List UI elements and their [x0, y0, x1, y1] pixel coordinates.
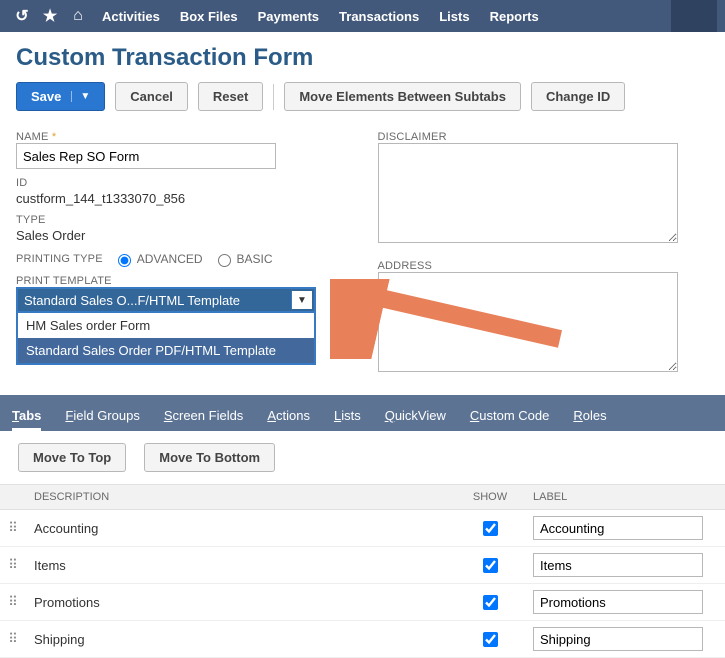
subtab-field-groups[interactable]: Field Groups — [65, 408, 139, 431]
row-label-input[interactable] — [533, 516, 703, 540]
save-dropdown-caret[interactable]: ▼ — [71, 91, 90, 102]
subtab-actions[interactable]: Actions — [267, 408, 310, 431]
drag-handle-icon[interactable]: ⠿ — [0, 584, 26, 621]
id-value: custform_144_t1333070_856 — [16, 191, 348, 206]
page-title: Custom Transaction Form — [16, 44, 725, 72]
row-description: Shipping — [26, 621, 455, 658]
row-show-checkbox[interactable] — [483, 595, 498, 610]
drag-handle-icon[interactable]: ⠿ — [0, 510, 26, 547]
row-description: Promotions — [26, 584, 455, 621]
address-label: ADDRESS — [378, 260, 710, 272]
name-input[interactable] — [16, 143, 276, 169]
action-toolbar: Save ▼ Cancel Reset Move Elements Betwee… — [0, 82, 725, 123]
type-value: Sales Order — [16, 228, 348, 243]
subtab-tabs[interactable]: Tabs — [12, 408, 41, 431]
move-to-top-button[interactable]: Move To Top — [18, 443, 126, 472]
nav-transactions[interactable]: Transactions — [329, 9, 429, 24]
table-row: ⠿Items — [0, 547, 725, 584]
address-textarea[interactable] — [378, 272, 678, 372]
history-icon[interactable]: ↺ — [8, 6, 36, 26]
subtab-quickview[interactable]: QuickView — [385, 408, 446, 431]
row-description: Items — [26, 547, 455, 584]
print-template-option[interactable]: HM Sales order Form — [18, 313, 314, 338]
row-label-input[interactable] — [533, 627, 703, 651]
nav-lists[interactable]: Lists — [429, 9, 479, 24]
nav-tail — [671, 0, 717, 32]
row-description: Accounting — [26, 510, 455, 547]
printing-type-advanced-radio[interactable] — [118, 254, 131, 267]
printing-type-basic-radio[interactable] — [218, 254, 231, 267]
save-button-label: Save — [31, 89, 61, 104]
subtab-screen-fields[interactable]: Screen Fields — [164, 408, 243, 431]
nav-activities[interactable]: Activities — [92, 9, 170, 24]
col-label: LABEL — [525, 485, 725, 510]
reset-button[interactable]: Reset — [198, 82, 263, 111]
disclaimer-textarea[interactable] — [378, 143, 678, 243]
row-show-checkbox[interactable] — [483, 558, 498, 573]
form-area: NAME * ID custform_144_t1333070_856 TYPE… — [0, 123, 725, 395]
move-elements-button[interactable]: Move Elements Between Subtabs — [284, 82, 521, 111]
row-label-input[interactable] — [533, 553, 703, 577]
printing-type-basic-label: BASIC — [237, 252, 273, 266]
left-column: NAME * ID custform_144_t1333070_856 TYPE… — [16, 123, 348, 375]
tabs-grid: DESCRIPTION SHOW LABEL ⠿Accounting⠿Items… — [0, 484, 725, 658]
subtab-roles[interactable]: Roles — [573, 408, 606, 431]
print-template-dropdown: HM Sales order Form Standard Sales Order… — [16, 313, 316, 365]
star-icon[interactable]: ★ — [36, 6, 64, 26]
top-navbar: ↺ ★ ⌂ Activities Box Files Payments Tran… — [0, 0, 725, 32]
table-row: ⠿Accounting — [0, 510, 725, 547]
nav-box-files[interactable]: Box Files — [170, 9, 248, 24]
print-template-label: PRINT TEMPLATE — [16, 275, 348, 287]
row-label-input[interactable] — [533, 590, 703, 614]
col-description: DESCRIPTION — [26, 485, 455, 510]
home-icon[interactable]: ⌂ — [64, 7, 92, 25]
cancel-button[interactable]: Cancel — [115, 82, 188, 111]
print-template-option[interactable]: Standard Sales Order PDF/HTML Template — [18, 338, 314, 363]
change-id-button[interactable]: Change ID — [531, 82, 625, 111]
print-template-select[interactable]: Standard Sales O...F/HTML Template HM Sa… — [16, 287, 316, 313]
nav-payments[interactable]: Payments — [248, 9, 329, 24]
print-template-selected[interactable]: Standard Sales O...F/HTML Template — [16, 287, 316, 313]
printing-type-advanced-label: ADVANCED — [137, 252, 203, 266]
id-label: ID — [16, 177, 348, 189]
toolbar-divider — [273, 84, 274, 110]
type-label: TYPE — [16, 214, 348, 226]
subtab-bar: Tabs Field Groups Screen Fields Actions … — [0, 395, 725, 431]
name-label: NAME * — [16, 131, 348, 143]
disclaimer-label: DISCLAIMER — [378, 131, 710, 143]
subtab-custom-code[interactable]: Custom Code — [470, 408, 549, 431]
save-button[interactable]: Save ▼ — [16, 82, 105, 111]
subtab-lists[interactable]: Lists — [334, 408, 361, 431]
grid-toolbar: Move To Top Move To Bottom — [0, 431, 725, 484]
row-show-checkbox[interactable] — [483, 521, 498, 536]
printing-type-label: PRINTING TYPE — [16, 253, 103, 265]
table-row: ⠿Promotions — [0, 584, 725, 621]
nav-reports[interactable]: Reports — [480, 9, 549, 24]
drag-handle-icon[interactable]: ⠿ — [0, 547, 26, 584]
col-show: SHOW — [455, 485, 525, 510]
table-row: ⠿Shipping — [0, 621, 725, 658]
drag-handle-icon[interactable]: ⠿ — [0, 621, 26, 658]
move-to-bottom-button[interactable]: Move To Bottom — [144, 443, 275, 472]
right-column: DISCLAIMER ADDRESS — [378, 123, 710, 375]
row-show-checkbox[interactable] — [483, 632, 498, 647]
